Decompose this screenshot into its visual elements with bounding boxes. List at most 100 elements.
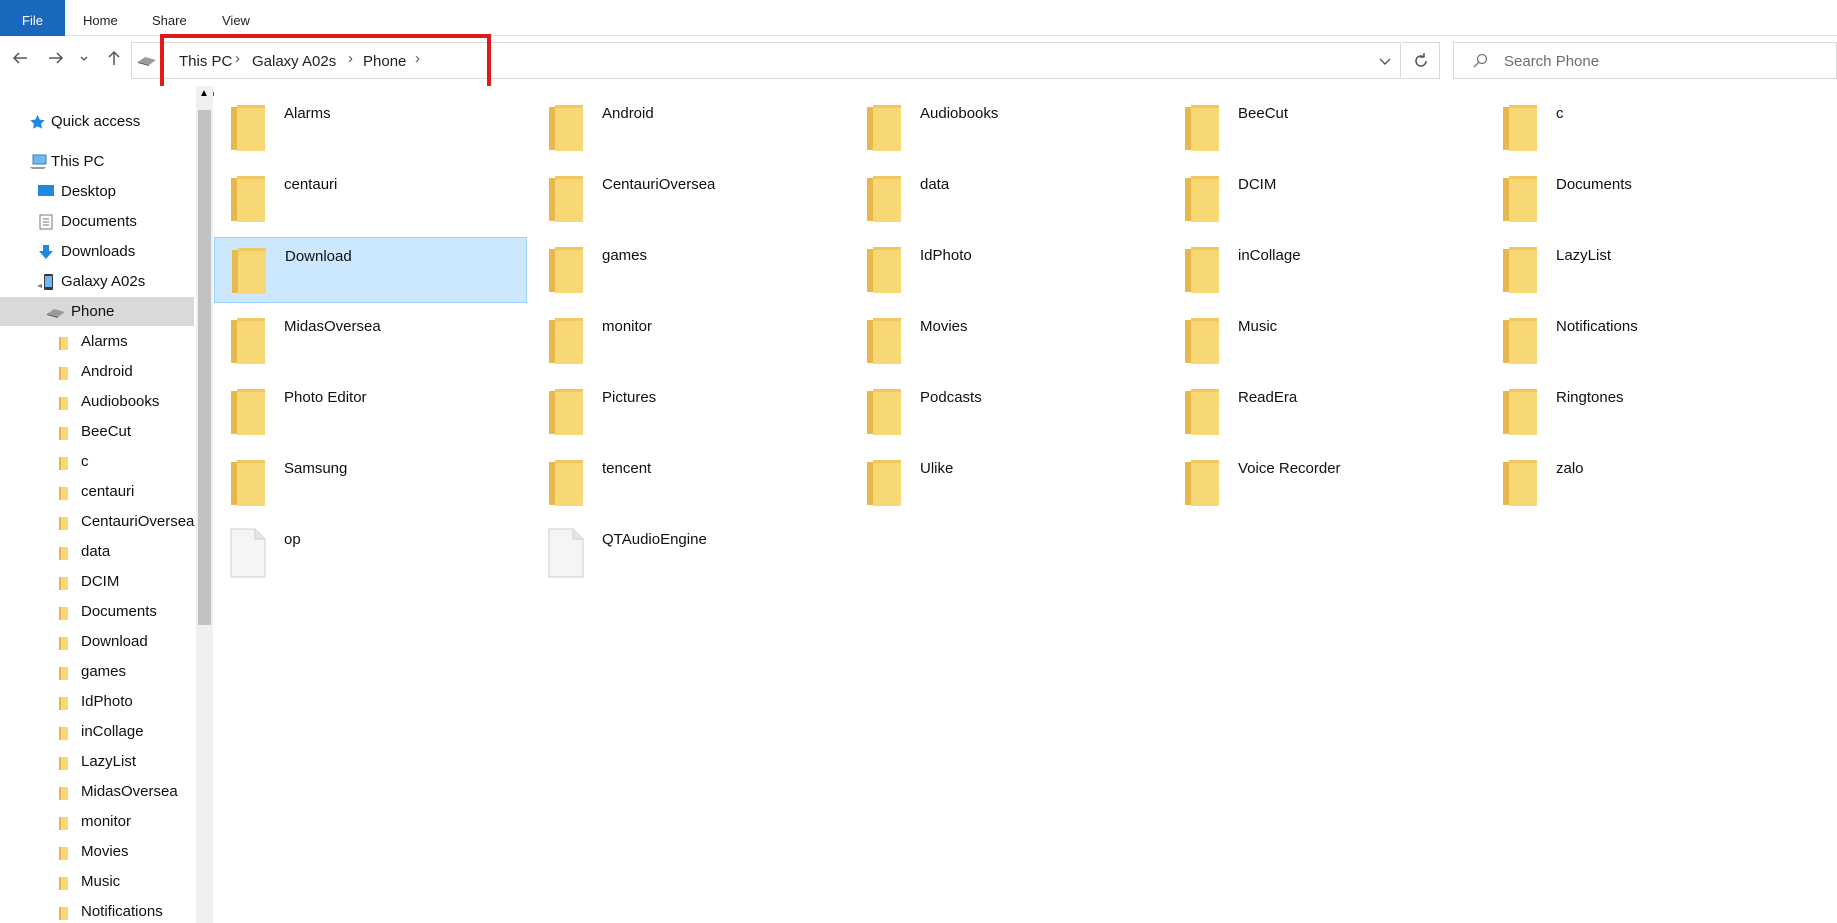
tab-share[interactable]: Share <box>152 0 187 36</box>
search-icon <box>1473 53 1488 68</box>
documents-icon <box>39 214 53 230</box>
item-name: Ulike <box>920 460 954 477</box>
tab-home[interactable]: Home <box>83 0 118 36</box>
sidebar-item-label: Alarms <box>81 333 128 350</box>
folder-icon <box>1183 172 1221 229</box>
sidebar-item-label: Phone <box>71 303 115 320</box>
folder-item[interactable]: Podcasts <box>850 379 1163 445</box>
sidebar-item-label: c <box>81 453 89 470</box>
folder-item[interactable]: BeeCut <box>1168 95 1481 161</box>
folder-item[interactable]: Documents <box>1486 166 1799 232</box>
folder-item[interactable]: DCIM <box>1168 166 1481 232</box>
refresh-button[interactable] <box>1402 42 1440 79</box>
folder-item[interactable]: Audiobooks <box>850 95 1163 161</box>
item-name: BeeCut <box>1238 105 1289 122</box>
desktop-icon <box>38 185 54 196</box>
arrow-right-icon <box>49 52 64 64</box>
tab-file[interactable]: File <box>0 0 65 36</box>
folder-icon <box>1501 101 1539 158</box>
folder-icon <box>58 362 69 391</box>
sidebar-item-phone[interactable]: Phone <box>0 297 194 326</box>
folder-item[interactable]: Notifications <box>1486 308 1799 374</box>
file-item[interactable]: op <box>214 521 527 587</box>
phone-drive-icon <box>47 309 65 318</box>
folder-item[interactable]: Ulike <box>850 450 1163 516</box>
item-name: QTAudioEngine <box>602 531 707 548</box>
folder-icon <box>1183 243 1221 300</box>
folder-item[interactable]: Music <box>1168 308 1481 374</box>
search-box[interactable]: Search Phone <box>1453 42 1837 79</box>
folder-item[interactable]: IdPhoto <box>850 237 1163 303</box>
folder-item[interactable]: games <box>532 237 845 303</box>
folder-icon <box>58 722 69 751</box>
folder-icon <box>865 385 903 442</box>
tab-view[interactable]: View <box>222 0 250 36</box>
folder-icon <box>58 632 69 661</box>
item-name: centauri <box>284 176 338 193</box>
phone-drive-icon <box>138 57 156 66</box>
folder-icon <box>229 101 267 158</box>
item-name: op <box>284 531 301 548</box>
item-name: zalo <box>1556 460 1584 477</box>
folder-item[interactable]: Voice Recorder <box>1168 450 1481 516</box>
folder-icon <box>547 314 585 371</box>
chevron-down-icon[interactable] <box>1376 53 1394 69</box>
folder-item[interactable]: monitor <box>532 308 845 374</box>
item-name: IdPhoto <box>920 247 972 264</box>
folder-item[interactable]: Download <box>214 237 527 303</box>
folder-icon <box>229 172 267 229</box>
folder-item[interactable]: Ringtones <box>1486 379 1799 445</box>
item-name: Notifications <box>1556 318 1638 335</box>
folder-item[interactable]: Photo Editor <box>214 379 527 445</box>
folder-icon <box>1183 314 1221 371</box>
item-name: c <box>1556 105 1564 122</box>
scrollbar-thumb[interactable] <box>198 110 211 625</box>
folder-icon <box>230 244 268 301</box>
folder-icon <box>58 752 69 781</box>
item-name: Samsung <box>284 460 348 477</box>
sidebar-item-label: This PC <box>51 153 105 170</box>
computer-icon <box>30 154 47 169</box>
folder-item[interactable]: MidasOversea <box>214 308 527 374</box>
item-name: LazyList <box>1556 247 1612 264</box>
folder-item[interactable]: Movies <box>850 308 1163 374</box>
recent-locations-button[interactable] <box>78 49 90 71</box>
item-name: Photo Editor <box>284 389 367 406</box>
search-input[interactable]: Search Phone <box>1504 53 1599 70</box>
sidebar-item-label: BeeCut <box>81 423 132 440</box>
item-name: Audiobooks <box>920 105 999 122</box>
item-name: MidasOversea <box>284 318 381 335</box>
sidebar-item-label: Downloads <box>61 243 136 260</box>
sidebar-scrollbar[interactable]: ▲ <box>196 86 213 923</box>
folder-icon <box>547 101 585 158</box>
folder-icon <box>58 572 69 601</box>
folder-item[interactable]: Alarms <box>214 95 527 161</box>
folder-item[interactable]: c <box>1486 95 1799 161</box>
back-button[interactable] <box>9 49 31 71</box>
folder-item[interactable]: ReadEra <box>1168 379 1481 445</box>
folder-item[interactable]: data <box>850 166 1163 232</box>
folder-item[interactable]: Android <box>532 95 845 161</box>
item-name: DCIM <box>1238 176 1277 193</box>
folder-item[interactable]: inCollage <box>1168 237 1481 303</box>
folder-item[interactable]: zalo <box>1486 450 1799 516</box>
up-button[interactable] <box>103 49 125 71</box>
item-name: Download <box>285 248 352 265</box>
folder-item[interactable]: centauri <box>214 166 527 232</box>
folder-icon <box>865 172 903 229</box>
folder-icon <box>58 662 69 691</box>
scroll-up-icon[interactable]: ▲ <box>199 88 209 99</box>
folder-item[interactable]: LazyList <box>1486 237 1799 303</box>
folder-item[interactable]: Samsung <box>214 450 527 516</box>
sidebar-item-label: DCIM <box>81 573 120 590</box>
folder-item[interactable]: Pictures <box>532 379 845 445</box>
folder-icon <box>58 902 69 923</box>
sidebar-item-label: inCollage <box>81 723 144 740</box>
sidebar-item-label: LazyList <box>81 753 137 770</box>
folder-icon <box>547 243 585 300</box>
folder-item[interactable]: tencent <box>532 450 845 516</box>
folder-item[interactable]: CentauriOversea <box>532 166 845 232</box>
forward-button[interactable] <box>45 49 67 71</box>
file-item[interactable]: QTAudioEngine <box>532 521 845 587</box>
download-arrow-icon <box>39 245 53 259</box>
